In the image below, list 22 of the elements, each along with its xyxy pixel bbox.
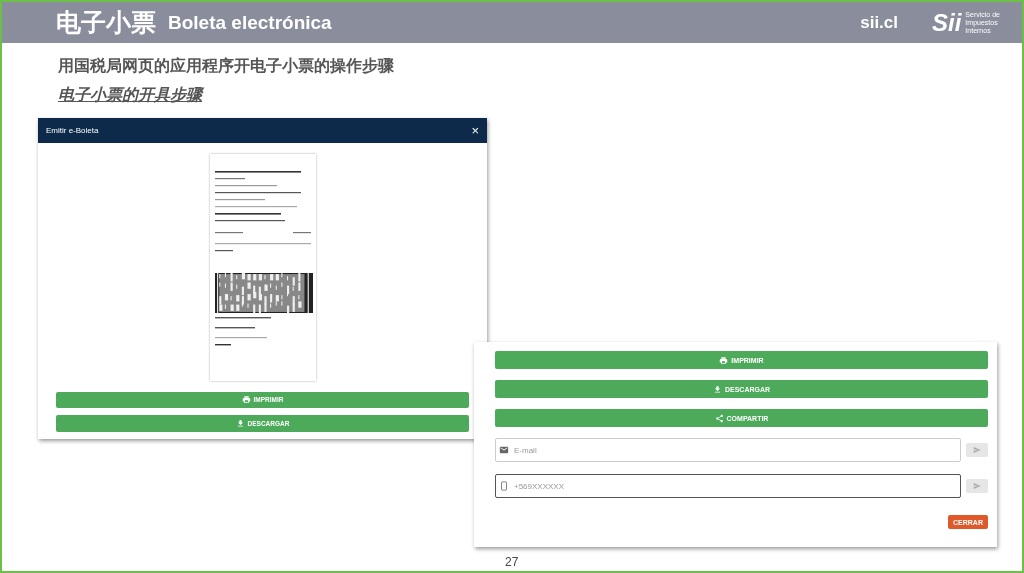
printer-icon — [241, 395, 251, 405]
send-icon — [972, 482, 982, 490]
mail-icon — [499, 445, 509, 455]
send-button[interactable] — [966, 443, 988, 457]
share-icon — [714, 413, 724, 423]
modal-title: Emitir e-Boleta — [46, 125, 99, 135]
receipt-text-drawing — [214, 316, 271, 346]
subtitle: 用国税局网页的应用程序开电子小票的操作步骤 — [58, 56, 395, 77]
phone-icon — [499, 481, 509, 491]
logo-mark: Sii — [932, 8, 962, 37]
section-heading: 电子小票的开具步骤 — [58, 85, 202, 106]
send-icon — [972, 446, 982, 454]
send-button[interactable] — [966, 479, 988, 493]
printer-icon — [719, 355, 729, 365]
slide-title: 电子小票 — [56, 7, 156, 39]
slide-title-spanish: Boleta electrónica — [168, 11, 332, 34]
download-icon — [712, 384, 722, 394]
site-label: sii.cl — [860, 12, 898, 33]
download-icon — [235, 419, 245, 429]
input-field[interactable]: +569XXXXXX — [495, 474, 961, 498]
page-number: 27 — [505, 555, 519, 569]
close-button[interactable]: × — [471, 123, 479, 137]
